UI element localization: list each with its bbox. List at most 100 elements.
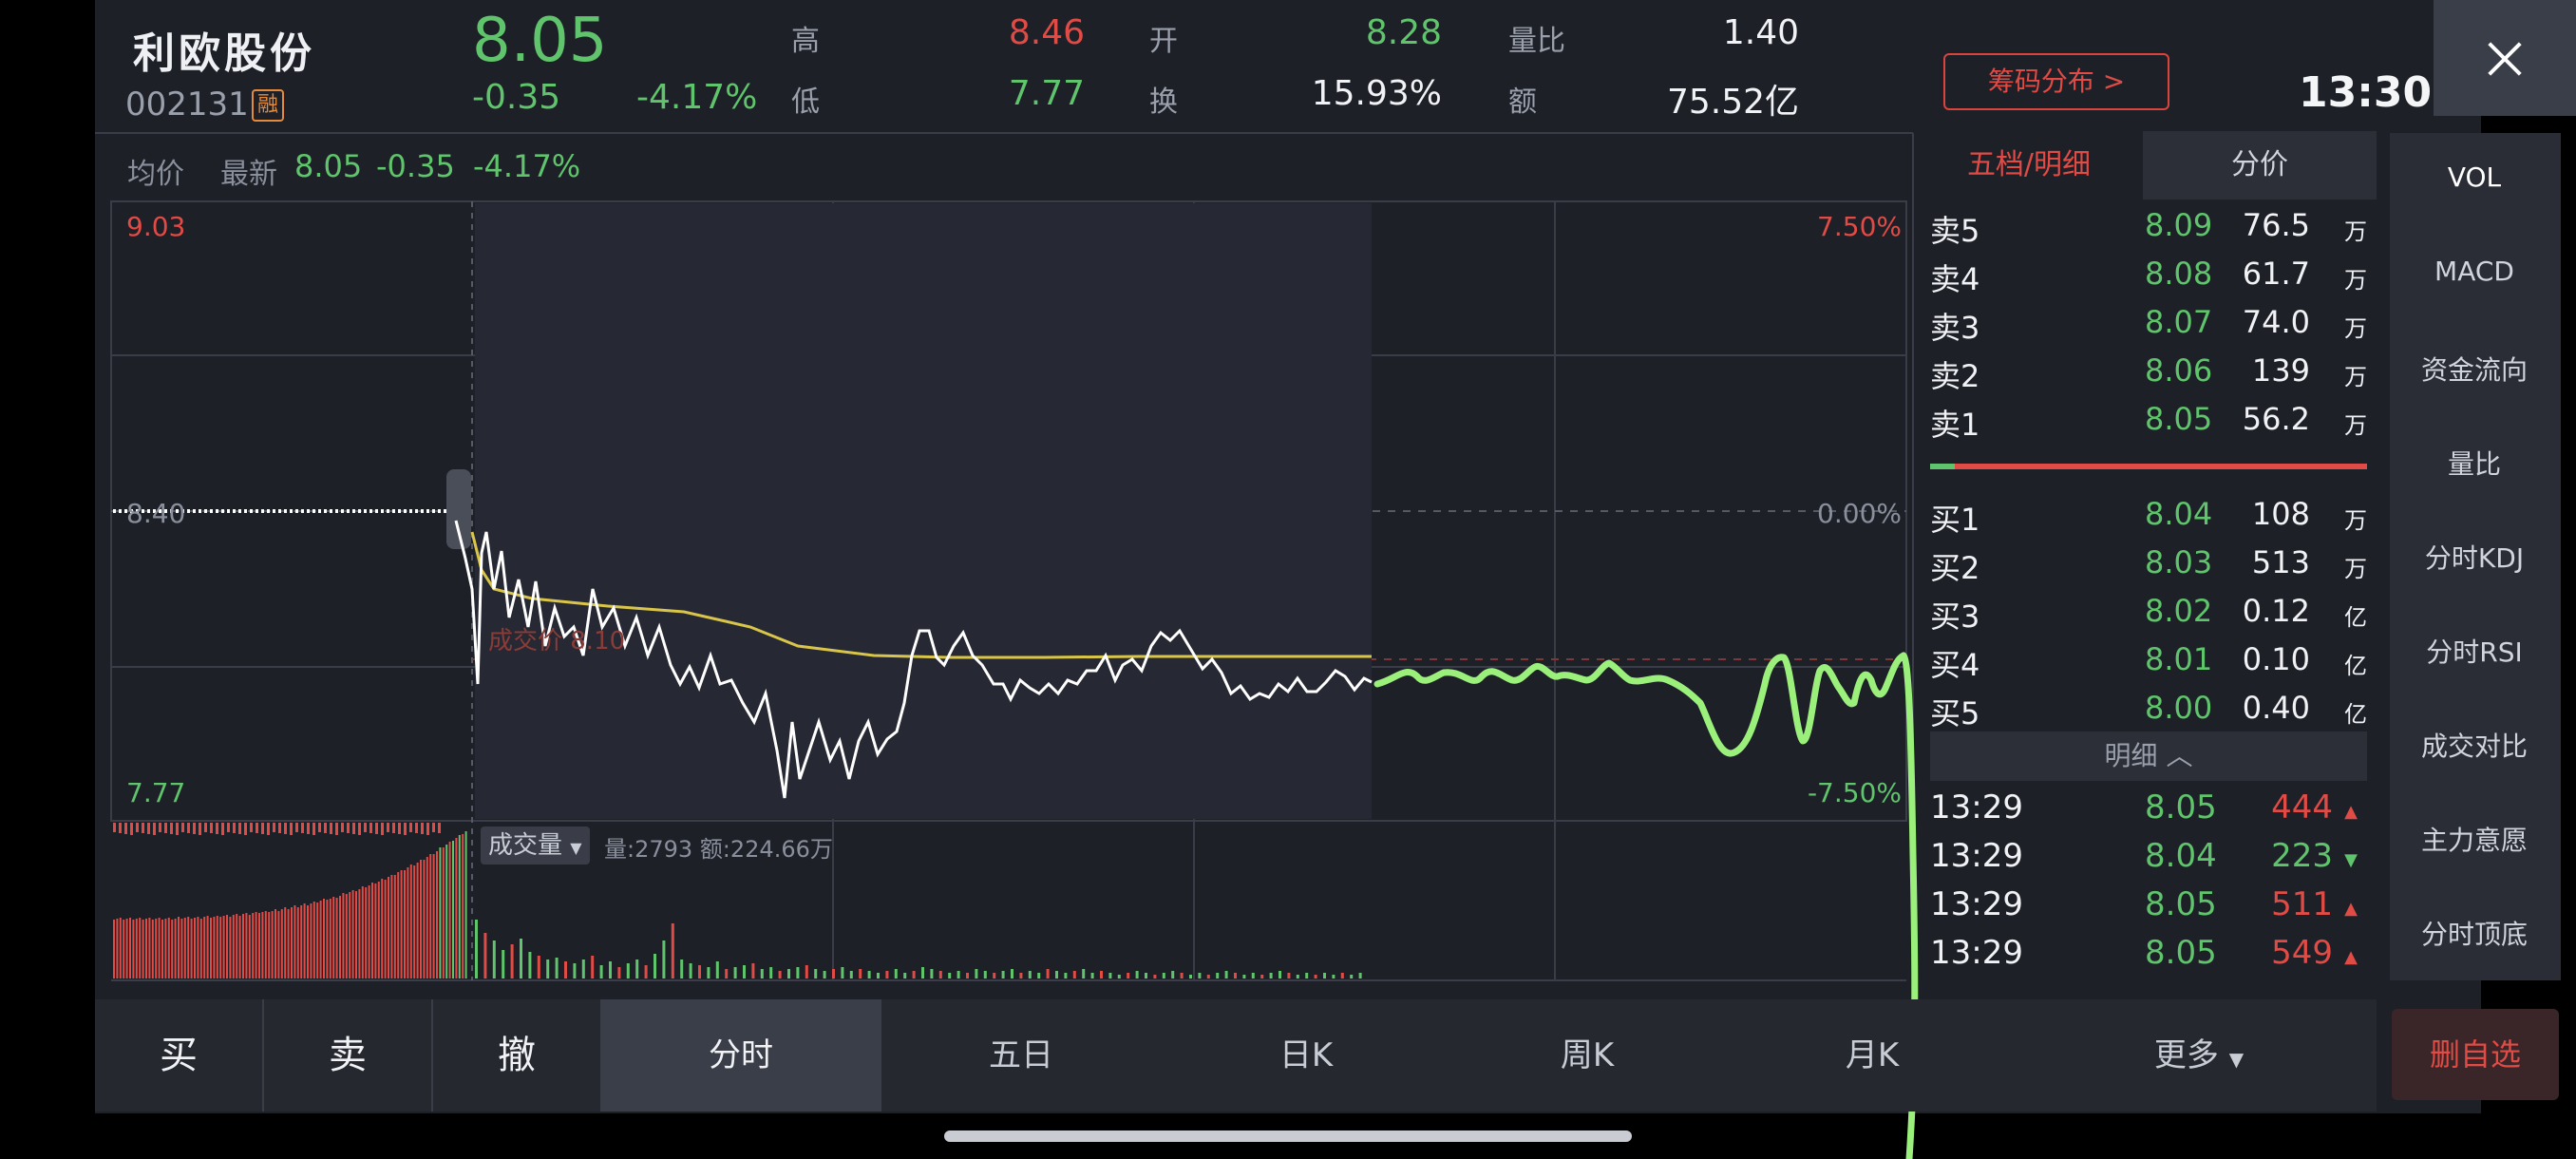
volume-bar bbox=[983, 971, 987, 978]
tick-price: 8.05 bbox=[2145, 934, 2217, 972]
volume-bar bbox=[599, 965, 603, 978]
volume-bar bbox=[361, 886, 364, 978]
tab-monthly-k[interactable]: 月K bbox=[1763, 999, 1981, 1112]
tab-more[interactable]: 更多 ▼ bbox=[2090, 999, 2308, 1112]
volume-bar bbox=[351, 890, 354, 978]
volume-bar-top bbox=[335, 823, 338, 835]
tick-direction-icon: ▲ bbox=[2344, 899, 2358, 919]
volume-bar bbox=[291, 907, 293, 978]
volume-bar bbox=[429, 854, 432, 978]
indicator-0[interactable]: VOL bbox=[2394, 162, 2555, 193]
home-indicator[interactable] bbox=[944, 1130, 1632, 1142]
volume-bar bbox=[1260, 975, 1264, 978]
volume-bar-top bbox=[307, 823, 310, 834]
volume-bar bbox=[210, 918, 212, 978]
volume-bar bbox=[1082, 969, 1086, 978]
tab-five-day[interactable]: 五日 bbox=[912, 999, 1130, 1112]
volume-bar bbox=[564, 961, 567, 978]
sell-button[interactable]: 卖 bbox=[264, 999, 431, 1112]
cancel-order-button[interactable]: 撤 bbox=[433, 999, 600, 1112]
volume-bar bbox=[1287, 973, 1291, 978]
volume-bar bbox=[1305, 973, 1309, 978]
ask-label: 卖3 bbox=[1930, 310, 1980, 346]
indicator-8[interactable]: 分时顶底 bbox=[2394, 914, 2555, 952]
tab-orderbook[interactable]: 五档/明细 bbox=[1917, 131, 2141, 200]
bid-label: 买1 bbox=[1930, 502, 1980, 538]
tab-weekly-k[interactable]: 周K bbox=[1478, 999, 1696, 1112]
volume-bar bbox=[384, 880, 387, 978]
ask-unit: 万 bbox=[2344, 364, 2367, 390]
indicator-2[interactable]: 资金流向 bbox=[2394, 350, 2555, 388]
indicator-1[interactable]: MACD bbox=[2394, 256, 2555, 287]
volume-bar bbox=[280, 909, 283, 978]
volume-bar bbox=[1314, 975, 1317, 978]
volume-bar-top bbox=[415, 823, 418, 833]
indicator-4[interactable]: 分时KDJ bbox=[2394, 538, 2555, 576]
volume-bar bbox=[462, 834, 464, 978]
volume-bar bbox=[199, 919, 202, 978]
volume-bar-top bbox=[216, 823, 218, 834]
volume-bar bbox=[296, 907, 299, 978]
volume-bar-top bbox=[426, 823, 429, 835]
volume-selector[interactable]: 成交量 ▼ bbox=[481, 826, 590, 864]
volume-bar bbox=[129, 918, 131, 978]
indicator-7[interactable]: 主力意愿 bbox=[2394, 820, 2555, 858]
volume-bar bbox=[475, 920, 478, 978]
remove-watchlist-button[interactable]: 删自选 bbox=[2392, 1009, 2559, 1100]
volume-bar bbox=[216, 916, 218, 978]
volume-bar-top bbox=[153, 823, 156, 835]
ask-volume: 56.2 bbox=[2242, 401, 2310, 437]
volume-bar-top bbox=[193, 823, 196, 834]
bid-row: 买2 8.03 513 万 bbox=[1930, 539, 2367, 586]
volume-bar bbox=[743, 965, 746, 978]
volume-bar-top bbox=[233, 823, 236, 833]
buy-button[interactable]: 买 bbox=[95, 999, 262, 1112]
volume-bar bbox=[423, 860, 426, 978]
tick-row: 13:29 8.05 549 ▲ bbox=[1930, 930, 2367, 978]
volume-bar bbox=[332, 897, 335, 978]
volume-bar-top bbox=[199, 823, 201, 835]
volume-bar bbox=[653, 954, 656, 978]
volume-bar bbox=[187, 917, 190, 978]
detail-toggle[interactable]: 明细 ︿ bbox=[1930, 732, 2367, 781]
volume-bar bbox=[275, 909, 276, 978]
indicator-6[interactable]: 成交对比 bbox=[2394, 726, 2555, 764]
volume-bar bbox=[1072, 971, 1076, 978]
indicator-3[interactable]: 量比 bbox=[2394, 444, 2555, 482]
tab-intraday[interactable]: 分时 bbox=[600, 999, 881, 1112]
volume-bar bbox=[271, 911, 274, 978]
volume-bar-top bbox=[398, 823, 401, 834]
volume-bar bbox=[1350, 975, 1354, 978]
volume-bar bbox=[268, 912, 271, 978]
volume-bar bbox=[617, 967, 621, 978]
volume-bar bbox=[135, 919, 138, 978]
volume-bar bbox=[125, 919, 128, 978]
volume-bar bbox=[1019, 973, 1023, 978]
volume-bar bbox=[242, 914, 244, 978]
volume-bar bbox=[206, 916, 209, 978]
volume-bar bbox=[1251, 973, 1255, 978]
ask-label: 卖4 bbox=[1930, 261, 1980, 297]
volume-bar bbox=[1028, 971, 1032, 978]
volume-bar bbox=[1135, 971, 1139, 978]
axis-bottom-pct: -7.50% bbox=[1807, 777, 1902, 808]
bid-label: 买4 bbox=[1930, 647, 1980, 683]
tab-daily-k[interactable]: 日K bbox=[1197, 999, 1415, 1112]
axis-top-pct: 7.50% bbox=[1817, 211, 1902, 242]
volume-bar bbox=[355, 891, 357, 978]
volume-bar bbox=[226, 915, 228, 978]
volume-bar-top bbox=[375, 823, 378, 834]
ask-volume: 76.5 bbox=[2242, 207, 2310, 243]
volume-bar-top bbox=[392, 823, 395, 833]
chevron-down-icon: ▼ bbox=[2228, 1048, 2245, 1071]
tab-price-distribution[interactable]: 分价 bbox=[2143, 131, 2377, 200]
volume-bar bbox=[1332, 975, 1335, 978]
tick-row: 13:29 8.05 511 ▲ bbox=[1930, 882, 2367, 929]
bid-price: 8.03 bbox=[2145, 544, 2213, 580]
volume-bar bbox=[213, 917, 216, 978]
chevron-up-icon: ︿ bbox=[2166, 740, 2193, 771]
volume-bar bbox=[164, 919, 167, 978]
indicator-5[interactable]: 分时RSI bbox=[2394, 632, 2555, 670]
volume-bar bbox=[609, 961, 612, 978]
volume-bar-top bbox=[170, 823, 173, 834]
